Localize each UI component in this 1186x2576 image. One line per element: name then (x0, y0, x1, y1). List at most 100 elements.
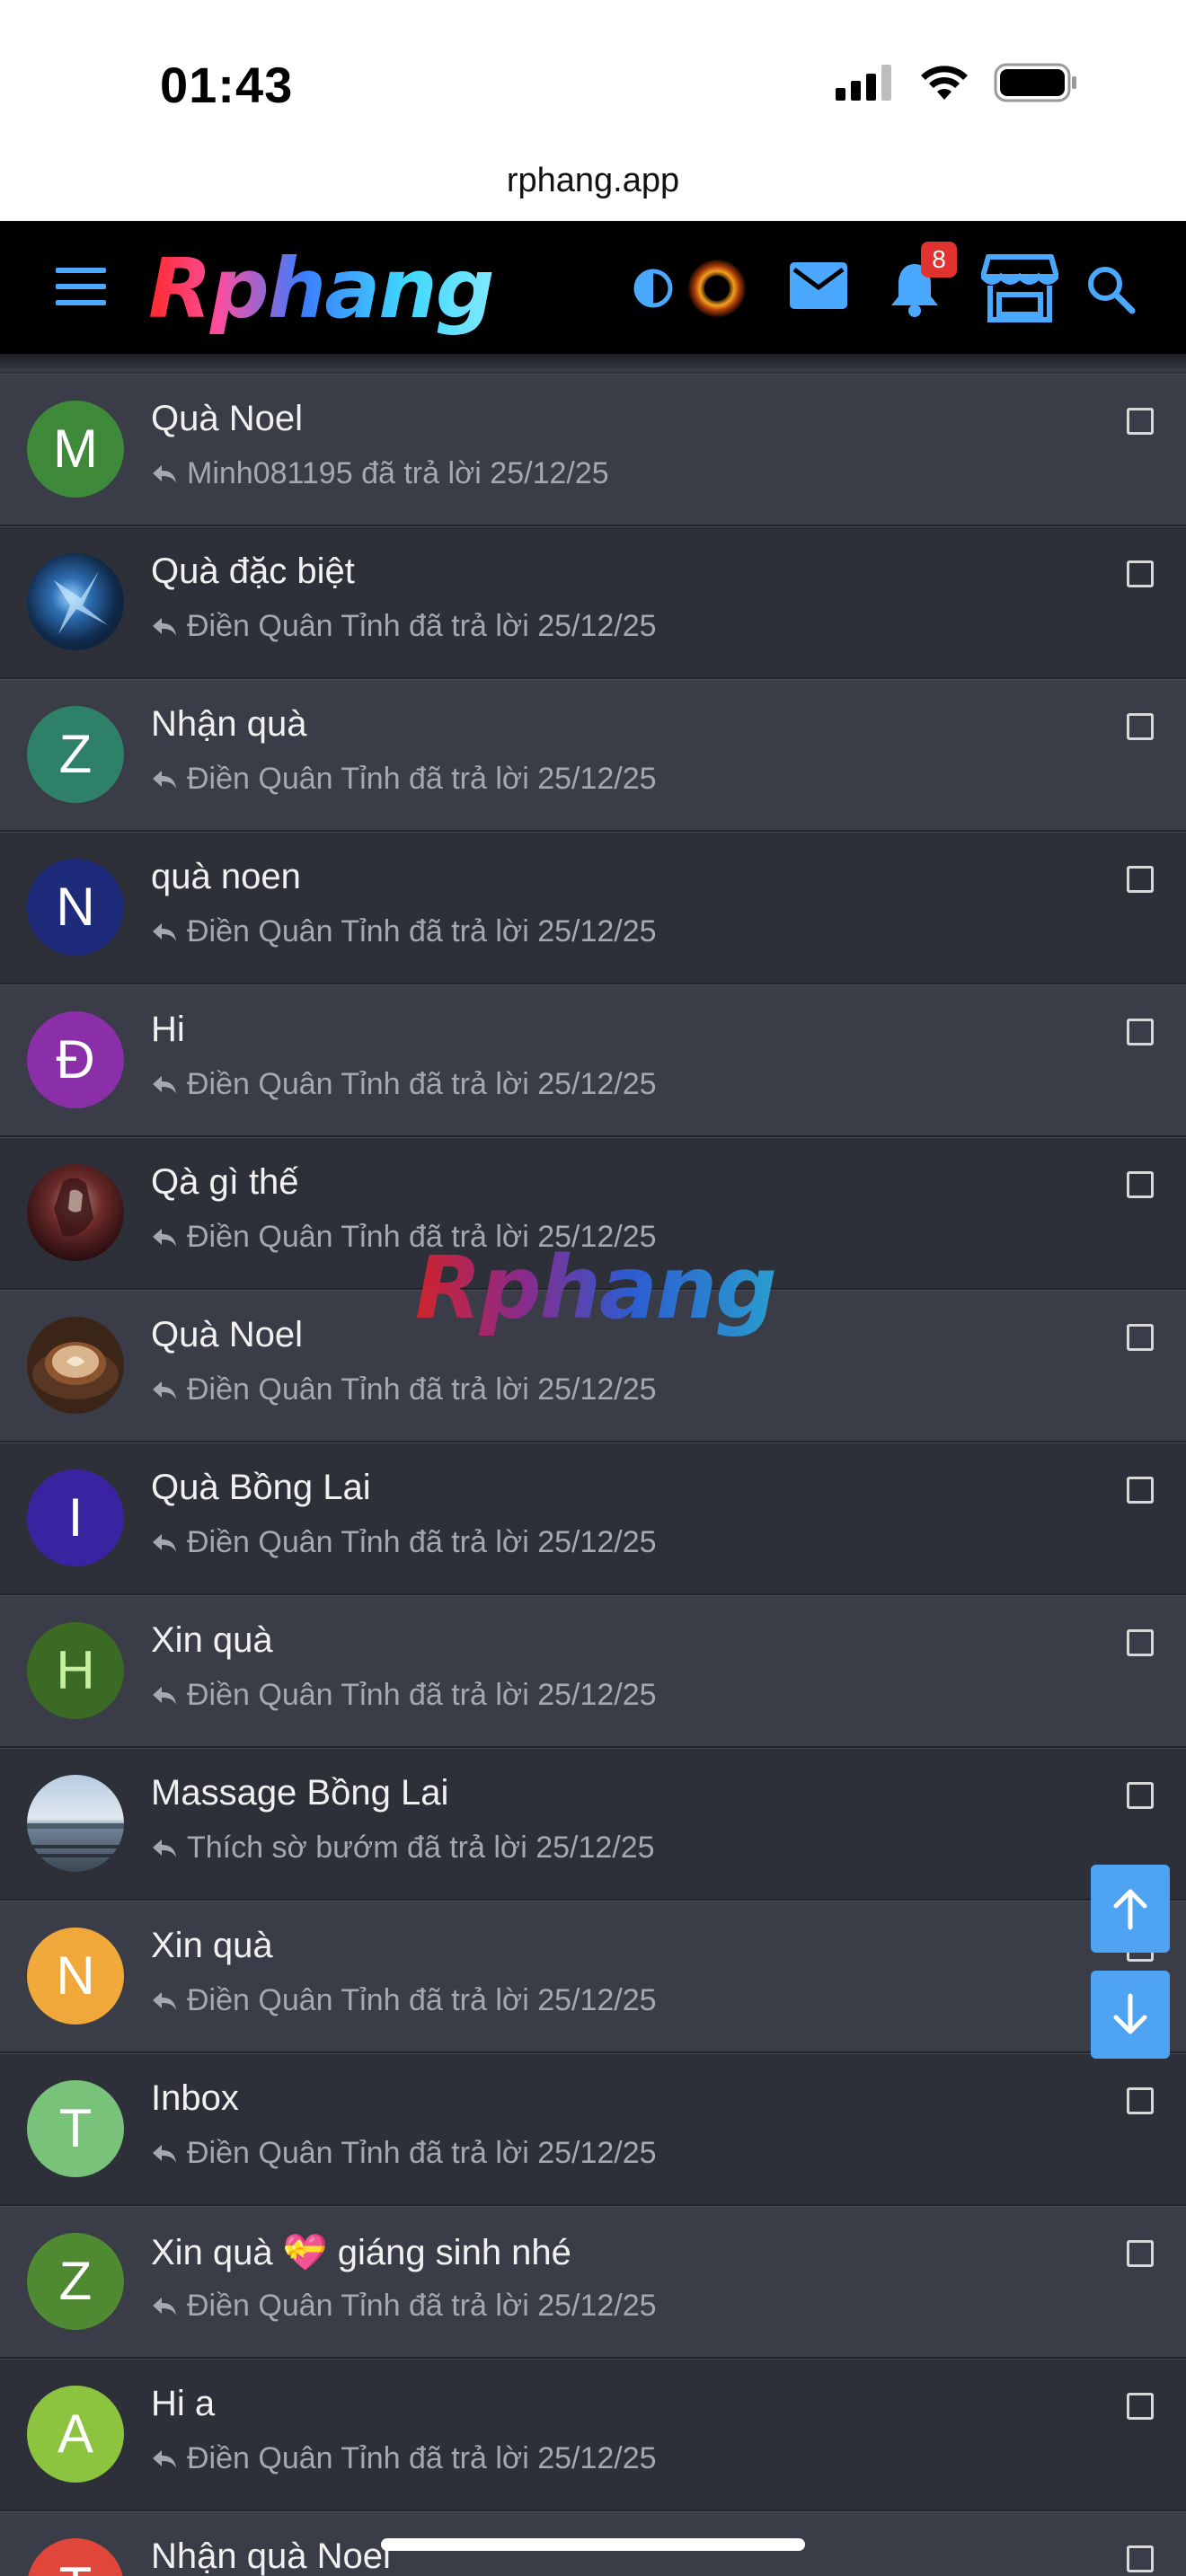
avatar[interactable]: Z (27, 706, 124, 803)
browser-url-bar[interactable]: rphang.app (0, 162, 1186, 221)
home-indicator[interactable] (381, 2538, 805, 2551)
avatar-image (32, 1342, 119, 1399)
app-header: Rphang 8 (0, 221, 1186, 354)
conversation-meta: Thích sờ bướm đã trả lời 25/12/25 (151, 1831, 655, 1866)
avatar[interactable] (27, 1775, 124, 1872)
conversation-title[interactable]: Quà đặc biệt (151, 551, 355, 592)
conversation-meta-text: Điền Quân Tỉnh đã trả lời 25/12/25 (187, 1067, 657, 1101)
conversation-row[interactable]: Z Xin quà 💝 giáng sinh nhé Điền Quân Tỉn… (0, 2206, 1186, 2359)
notification-badge: 8 (921, 242, 957, 278)
select-checkbox[interactable] (1127, 2393, 1154, 2420)
avatar[interactable] (27, 1164, 124, 1261)
reply-icon (153, 771, 176, 789)
reply-icon (153, 2298, 176, 2316)
conversation-row[interactable]: T Inbox Điền Quân Tỉnh đã trả lời 25/12/… (0, 2053, 1186, 2206)
select-checkbox[interactable] (1127, 713, 1154, 740)
reply-icon (153, 2145, 176, 2163)
conversation-title[interactable]: Hi (151, 1010, 185, 1050)
select-checkbox[interactable] (1127, 2240, 1154, 2267)
avatar[interactable]: N (27, 1928, 124, 2025)
status-time: 01:43 (160, 57, 294, 113)
avatar[interactable]: T (27, 2080, 124, 2177)
theme-ring-icon[interactable] (686, 257, 748, 320)
conversation-title[interactable]: Quà Bồng Lai (151, 1468, 371, 1508)
conversation-row[interactable]: M Quà Noel Minh081195 đã trả lời 25/12/2… (0, 374, 1186, 526)
select-checkbox[interactable] (1127, 1171, 1154, 1198)
select-checkbox[interactable] (1127, 1324, 1154, 1351)
url-text[interactable]: rphang.app (507, 162, 679, 200)
conversation-title[interactable]: Nhận quà (151, 704, 306, 745)
header-divider (0, 354, 1186, 372)
conversation-title[interactable]: Xin quà 💝 giáng sinh nhé (151, 2231, 571, 2273)
reply-icon (153, 1381, 176, 1399)
select-checkbox[interactable] (1127, 1629, 1154, 1656)
conversation-row[interactable]: N quà noen Điền Quân Tỉnh đã trả lời 25/… (0, 832, 1186, 984)
conversation-title[interactable]: Xin quà (151, 1620, 273, 1661)
conversation-meta-text: Điền Quân Tỉnh đã trả lời 25/12/25 (187, 1678, 657, 1712)
reply-icon (153, 1229, 176, 1247)
reply-icon (153, 1076, 176, 1094)
conversation-meta-text: Điền Quân Tỉnh đã trả lời 25/12/25 (187, 2136, 657, 2170)
select-checkbox[interactable] (1127, 560, 1154, 587)
reply-icon (153, 1992, 176, 2010)
conversation-title[interactable]: Xin quà (151, 1926, 273, 1966)
conversation-meta-text: Điền Quân Tỉnh đã trả lời 25/12/25 (187, 609, 657, 643)
conversation-meta-text: Điền Quân Tỉnh đã trả lời 25/12/25 (187, 1372, 657, 1407)
conversation-meta-text: Điền Quân Tỉnh đã trả lời 25/12/25 (187, 762, 657, 796)
conversation-row[interactable]: I Quà Bồng Lai Điền Quân Tỉnh đã trả lời… (0, 1442, 1186, 1595)
avatar[interactable]: Z (27, 2233, 124, 2330)
avatar[interactable]: N (27, 859, 124, 956)
select-checkbox[interactable] (1127, 866, 1154, 893)
conversation-meta: Điền Quân Tỉnh đã trả lời 25/12/25 (151, 762, 657, 797)
mail-icon[interactable] (790, 262, 847, 309)
avatar[interactable] (27, 1317, 124, 1414)
conversation-row[interactable]: Massage Bồng Lai Thích sờ bướm đã trả lờ… (0, 1748, 1186, 1901)
reply-icon (153, 465, 176, 483)
conversation-title[interactable]: Inbox (151, 2078, 239, 2119)
reply-icon (153, 618, 176, 636)
conversation-row[interactable]: N Xin quà Điền Quân Tỉnh đã trả lời 25/1… (0, 1901, 1186, 2053)
arrow-down-icon (1113, 1993, 1147, 2034)
select-checkbox[interactable] (1127, 408, 1154, 435)
conversation-title[interactable]: Nhận quà Noel (151, 2536, 391, 2576)
reply-icon (153, 1687, 176, 1705)
select-checkbox[interactable] (1127, 1477, 1154, 1504)
site-logo[interactable]: Rphang (148, 241, 495, 337)
scroll-down-button[interactable] (1091, 1971, 1170, 2059)
avatar[interactable]: M (27, 401, 124, 498)
page: 01:43 rphang.app Rphang 8 M Quà Noel Min… (0, 0, 1186, 2576)
menu-icon[interactable] (56, 268, 106, 307)
conversation-title[interactable]: Hi a (151, 2384, 215, 2424)
conversation-title[interactable]: quà noen (151, 857, 301, 897)
search-icon[interactable] (1085, 264, 1136, 314)
select-checkbox[interactable] (1127, 2087, 1154, 2114)
avatar[interactable]: H (27, 1622, 124, 1719)
conversation-row[interactable]: Quà đặc biệt Điền Quân Tỉnh đã trả lời 2… (0, 526, 1186, 679)
avatar-image (27, 1823, 124, 1857)
battery-icon (994, 63, 1076, 102)
conversation-row[interactable]: A Hi a Điền Quân Tỉnh đã trả lời 25/12/2… (0, 2359, 1186, 2511)
select-checkbox[interactable] (1127, 2545, 1154, 2572)
conversation-title[interactable]: Qà gì thế (151, 1162, 299, 1203)
store-icon[interactable] (981, 253, 1058, 323)
conversation-row[interactable]: Đ Hi Điền Quân Tỉnh đã trả lời 25/12/25 (0, 984, 1186, 1137)
select-checkbox[interactable] (1127, 1019, 1154, 1045)
wifi-icon (921, 66, 968, 100)
avatar[interactable]: T (27, 2538, 124, 2576)
conversation-row[interactable]: H Xin quà Điền Quân Tỉnh đã trả lời 25/1… (0, 1595, 1186, 1748)
avatar[interactable]: Đ (27, 1011, 124, 1108)
conversation-meta: Điền Quân Tỉnh đã trả lời 25/12/25 (151, 1067, 657, 1102)
conversation-title[interactable]: Massage Bồng Lai (151, 1773, 448, 1813)
conversation-row[interactable]: Z Nhận quà Điền Quân Tỉnh đã trả lời 25/… (0, 679, 1186, 832)
conversation-title[interactable]: Quà Noel (151, 1315, 303, 1355)
select-checkbox[interactable] (1127, 1782, 1154, 1809)
reply-icon (153, 1534, 176, 1552)
avatar[interactable]: A (27, 2386, 124, 2483)
arrow-up-icon (1113, 1889, 1147, 1930)
conversation-title[interactable]: Quà Noel (151, 399, 303, 439)
avatar[interactable]: I (27, 1469, 124, 1566)
scroll-up-button[interactable] (1091, 1865, 1170, 1953)
reply-icon (153, 923, 176, 941)
contrast-toggle-icon[interactable] (633, 268, 674, 309)
avatar[interactable] (27, 553, 124, 650)
